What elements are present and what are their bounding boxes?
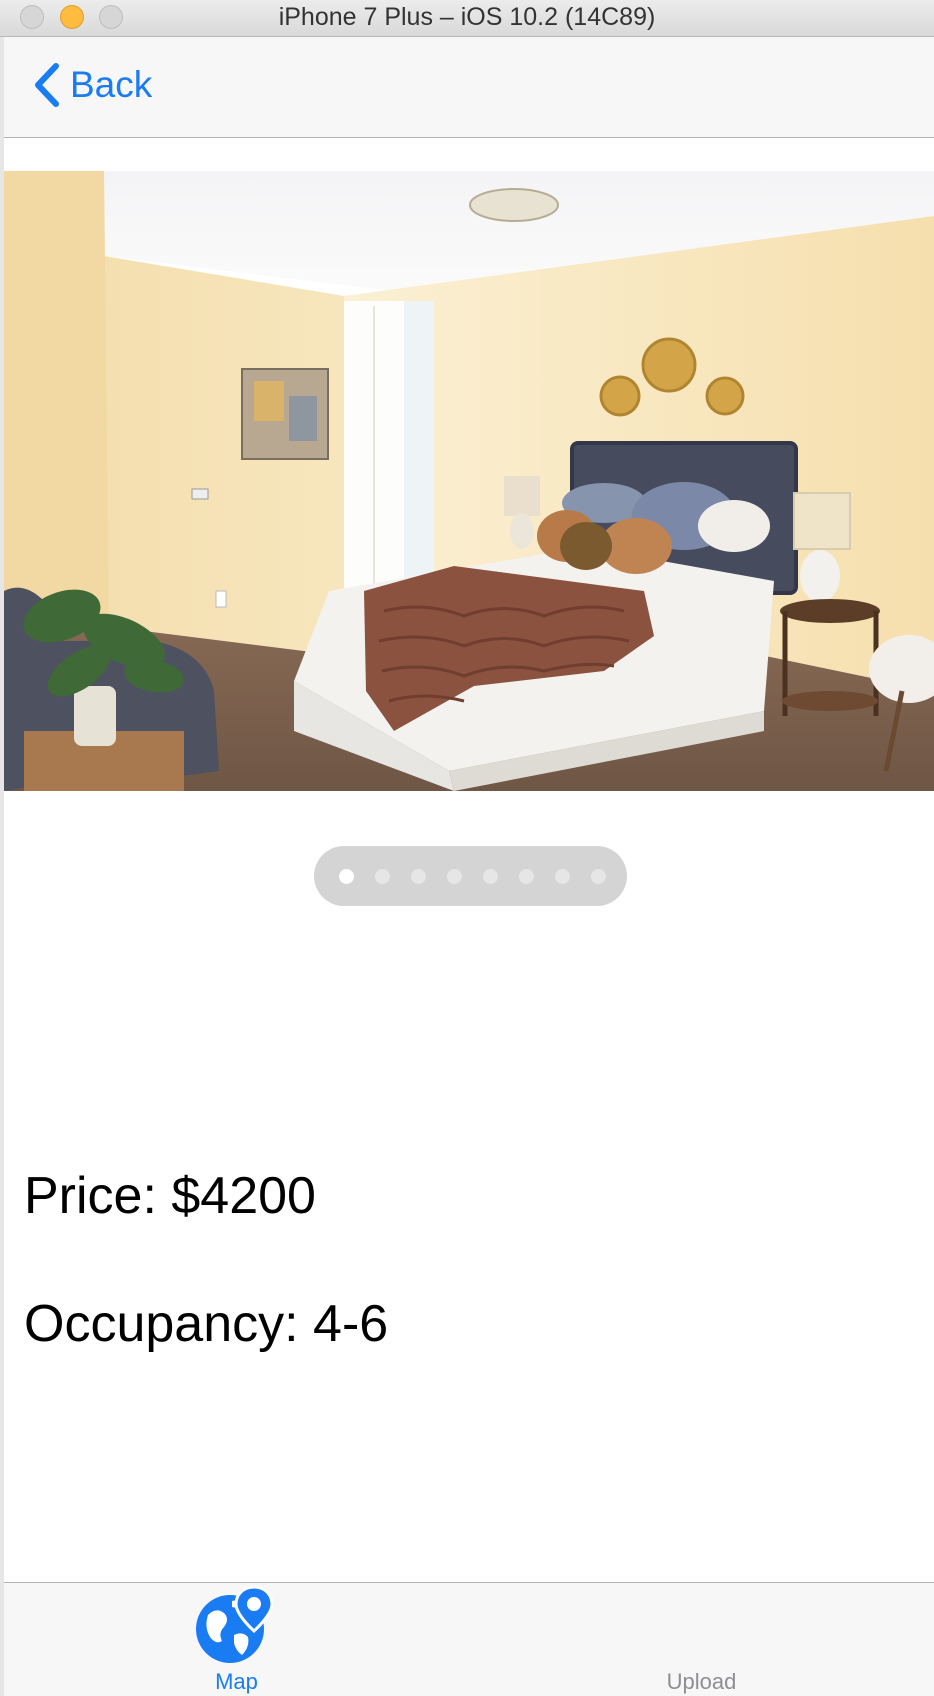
occupancy-label: Occupancy: 4-6 [24,1295,389,1353]
page-indicator-dot[interactable] [483,869,498,884]
window-titlebar: iPhone 7 Plus – iOS 10.2 (14C89) [0,0,934,37]
price-label: Price: $4200 [24,1167,316,1225]
page-indicator-dot[interactable] [339,869,354,884]
navigation-bar: Back [4,37,934,138]
tab-upload[interactable]: Upload [469,1583,934,1696]
page-control[interactable] [314,846,627,906]
page-indicator-dot[interactable] [447,869,462,884]
tab-bar: Map Upload [4,1582,934,1696]
tab-map[interactable]: Map [4,1583,469,1696]
listing-photo[interactable] [4,171,934,791]
simulator-screen: Back Price: $4200 Occupancy: 4-6 Map Upl… [4,37,934,1696]
page-indicator-dot[interactable] [555,869,570,884]
tab-upload-label: Upload [666,1669,737,1694]
page-indicator-dot[interactable] [591,869,606,884]
back-button[interactable]: Back [30,57,152,113]
tab-map-label: Map [215,1669,258,1694]
globe-pin-icon [196,1585,274,1663]
chevron-left-icon [35,63,59,107]
bedroom-photo-image [4,171,934,791]
window-title: iPhone 7 Plus – iOS 10.2 (14C89) [278,3,656,31]
page-indicator-dot[interactable] [519,869,534,884]
page-indicator-dot[interactable] [375,869,390,884]
back-label: Back [70,64,153,105]
page-indicator-dot[interactable] [411,869,426,884]
